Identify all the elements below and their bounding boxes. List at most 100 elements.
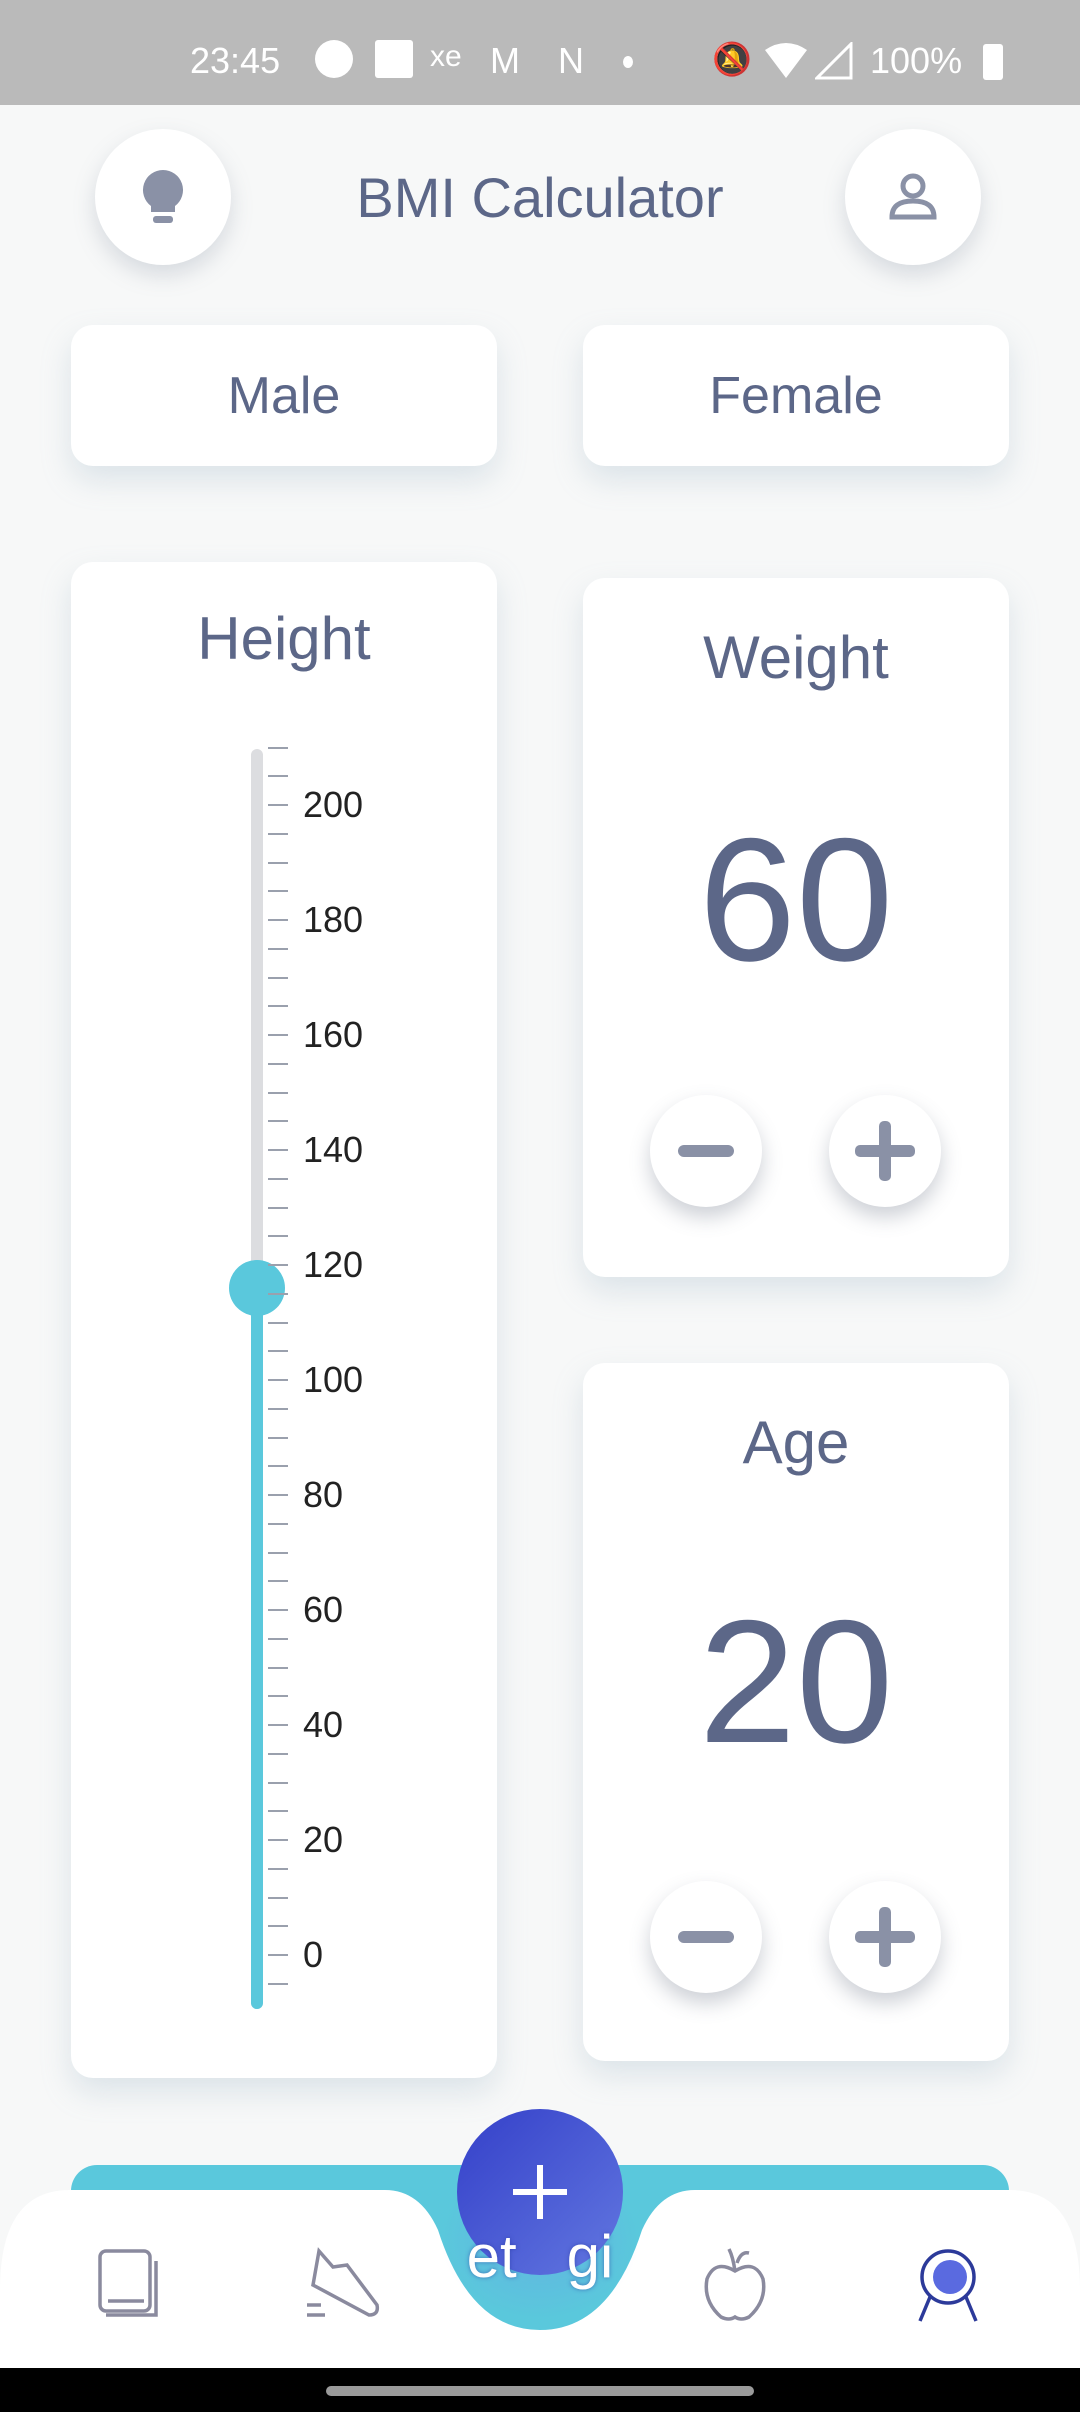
height-tick [268, 1494, 288, 1496]
male-label: Male [227, 366, 341, 425]
minus-icon [678, 1145, 734, 1157]
battery-text: 100% [870, 40, 963, 81]
height-tick [268, 976, 288, 979]
weight-value: 60 [698, 803, 894, 998]
height-tick [268, 1321, 288, 1324]
calculate-label: et gi [466, 2223, 614, 2290]
home-indicator[interactable] [326, 2386, 754, 2396]
xe-icon: xe [430, 40, 462, 73]
height-tick-label: 40 [303, 1704, 344, 1745]
height-tick [268, 1752, 288, 1755]
age-value: 20 [698, 1585, 894, 1780]
height-tick [268, 775, 288, 778]
height-tick [268, 1062, 288, 1065]
height-tick [268, 832, 288, 835]
height-tick [268, 1206, 288, 1209]
signal-icon [815, 42, 853, 80]
height-tick [268, 947, 288, 950]
slider-fill [251, 1288, 263, 2009]
height-title: Height [197, 605, 371, 672]
dot-icon [623, 56, 633, 68]
height-tick [268, 1925, 288, 1928]
height-card: Height [71, 562, 497, 2078]
height-tick-label: 140 [303, 1129, 364, 1170]
app-icon [315, 40, 353, 78]
height-tick-label: 100 [303, 1359, 364, 1400]
height-tick [268, 1867, 288, 1870]
minus-icon [678, 1931, 734, 1943]
height-tick [268, 1724, 288, 1726]
weight-decrement-button[interactable] [650, 1095, 762, 1207]
height-tick [268, 1982, 288, 1985]
weight-card: Weight 60 [583, 578, 1009, 1277]
height-tick [268, 1005, 288, 1008]
height-tick [268, 1666, 288, 1669]
linkedin-icon [375, 40, 413, 78]
wifi-icon [765, 43, 807, 78]
height-tick [268, 1551, 288, 1554]
height-tick [268, 1465, 288, 1468]
height-tick [268, 1695, 288, 1698]
nav-book-icon[interactable] [90, 2245, 170, 2325]
battery-charging-icon [983, 44, 1003, 80]
weight-increment-button[interactable] [829, 1095, 941, 1207]
height-tick-label: 200 [303, 784, 364, 825]
age-decrement-button[interactable] [650, 1881, 762, 1993]
slider-thumb[interactable] [229, 1260, 285, 1316]
nav-apple-icon[interactable] [695, 2245, 775, 2325]
height-tick [268, 1522, 288, 1525]
height-tick [268, 1350, 288, 1353]
system-nav-bar [0, 2368, 1080, 2412]
height-tick [268, 1810, 288, 1813]
height-tick [268, 1177, 288, 1180]
status-bar: 23:45 xe M N 🔕 100% [0, 0, 1080, 105]
height-tick [268, 1264, 288, 1266]
add-icon [513, 2165, 567, 2219]
height-tick [268, 1580, 288, 1583]
weight-title: Weight [703, 624, 889, 691]
male-button[interactable]: Male [71, 325, 497, 466]
age-increment-button[interactable] [829, 1881, 941, 1993]
height-tick [268, 1436, 288, 1439]
nav-bmi-icon[interactable] [908, 2245, 988, 2325]
height-tick [268, 1609, 288, 1611]
height-tick [268, 1407, 288, 1410]
height-tick [268, 1637, 288, 1640]
height-tick [268, 919, 288, 921]
height-tick-label: 160 [303, 1014, 364, 1055]
height-tick-label: 0 [303, 1934, 324, 1975]
plus-icon [855, 1907, 915, 1967]
height-tick-label: 120 [303, 1244, 364, 1285]
page-title: BMI Calculator [356, 166, 724, 229]
clock: 23:45 [190, 40, 281, 81]
age-title: Age [742, 1409, 850, 1476]
gmail-icon: M [490, 40, 520, 81]
height-tick [268, 1034, 288, 1036]
female-button[interactable]: Female [583, 325, 1009, 466]
height-tick [268, 804, 288, 806]
lightbulb-icon [143, 170, 183, 223]
height-tick-label: 180 [303, 899, 364, 940]
height-tick-label: 80 [303, 1474, 344, 1515]
profile-button[interactable] [845, 129, 981, 265]
height-tick [268, 1839, 288, 1841]
height-tick [268, 861, 288, 864]
height-tick [268, 1781, 288, 1784]
height-tick [268, 1091, 288, 1094]
height-tick-label: 60 [303, 1589, 344, 1630]
height-tick [268, 1292, 288, 1295]
height-tick [268, 1954, 288, 1956]
height-tick [268, 1896, 288, 1899]
age-card: Age 20 [583, 1363, 1009, 2061]
tips-button[interactable] [95, 129, 231, 265]
bell-off-icon: 🔕 [712, 41, 752, 77]
female-label: Female [709, 366, 883, 425]
height-tick [268, 1235, 288, 1238]
nav-shoe-icon[interactable] [303, 2245, 383, 2325]
height-tick [268, 746, 288, 749]
height-tick [268, 1120, 288, 1123]
height-tick [268, 1149, 288, 1151]
profile-icon [889, 173, 937, 220]
height-tick [268, 1379, 288, 1381]
height-tick [268, 890, 288, 893]
